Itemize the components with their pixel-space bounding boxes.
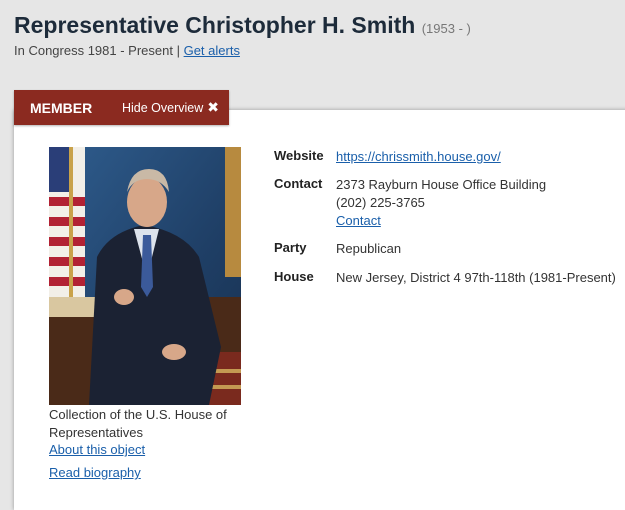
- member-name: Representative Christopher H. Smith: [14, 12, 416, 38]
- tab-member[interactable]: MEMBER: [14, 100, 122, 116]
- party-label: Party: [274, 240, 307, 255]
- member-portrait: [49, 147, 241, 405]
- page-title: Representative Christopher H. Smith (195…: [14, 12, 471, 39]
- contact-link[interactable]: Contact: [336, 212, 381, 230]
- portrait-caption: Collection of the U.S. House of Represen…: [49, 407, 227, 440]
- overview-tab-bar: MEMBER Hide Overview ✖: [14, 90, 229, 125]
- contact-label: Contact: [274, 176, 323, 191]
- contact-phone: (202) 225-3765: [336, 195, 425, 210]
- congress-line: In Congress 1981 - Present | Get alerts: [14, 43, 240, 58]
- hide-overview-button[interactable]: Hide Overview ✖: [122, 99, 219, 116]
- get-alerts-link[interactable]: Get alerts: [184, 43, 240, 58]
- house-value: New Jersey, District 4 97th-118th (1981-…: [336, 270, 616, 285]
- member-years: (1953 - ): [421, 21, 471, 36]
- congress-text: In Congress 1981 - Present |: [14, 43, 180, 58]
- party-value: Republican: [336, 241, 402, 256]
- website-label: Website: [274, 148, 324, 163]
- website-link[interactable]: https://chrissmith.house.gov/: [336, 148, 501, 166]
- house-label: House: [274, 269, 314, 284]
- close-icon: ✖: [207, 99, 220, 115]
- hide-overview-label: Hide Overview: [122, 100, 204, 115]
- contact-address: 2373 Rayburn House Office Building: [336, 177, 547, 192]
- about-object-link[interactable]: About this object: [49, 442, 145, 457]
- read-biography-link[interactable]: Read biography: [49, 465, 141, 480]
